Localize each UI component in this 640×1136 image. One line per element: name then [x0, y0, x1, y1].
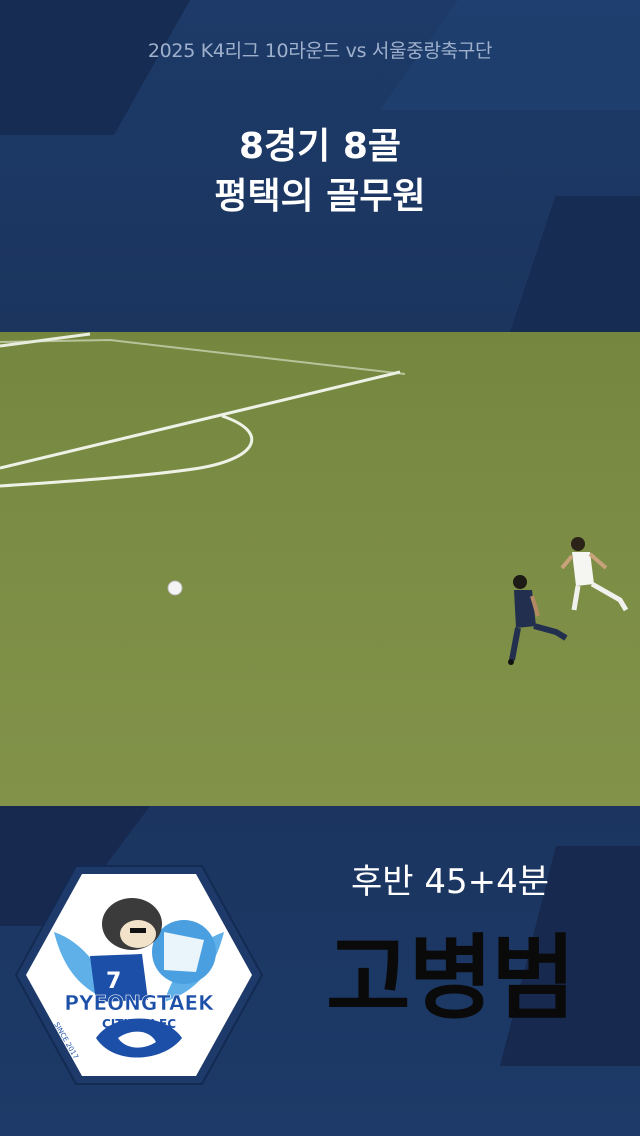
pitch-line [0, 370, 401, 470]
caption-band: 후반 45+4분 고병범 7 PYEONGTAEK CITIZEN FC SIN… [0, 806, 640, 1136]
logo-name: PYEONGTAEK [64, 991, 215, 1015]
player-name: 고병범 [326, 925, 576, 1032]
headline-line1: 8경기 8골 [239, 126, 401, 167]
header-band: 2025 K4리그 10라운드 vs 서울중랑축구단 8경기 8골 평택의 골무… [0, 0, 640, 332]
pitch-scene [0, 332, 629, 665]
video-frame [0, 332, 640, 806]
club-logo: 7 PYEONGTAEK CITIZEN FC SINCE 2017 [14, 865, 264, 1085]
ball [167, 580, 183, 596]
decor-shape [0, 0, 190, 135]
player-navy [508, 575, 568, 665]
match-info: 2025 K4리그 10라운드 vs 서울중랑축구단 [147, 40, 493, 62]
headline: 8경기 8골 평택의 골무원 [0, 122, 640, 222]
pitch-arc [0, 414, 254, 488]
goal-minute: 후반 45+4분 [350, 862, 550, 902]
pitch-line [0, 338, 406, 375]
player-white [560, 537, 629, 612]
logo-sub: CITIZEN FC [102, 1017, 176, 1031]
headline-line2: 평택의 골무원 [214, 176, 426, 217]
